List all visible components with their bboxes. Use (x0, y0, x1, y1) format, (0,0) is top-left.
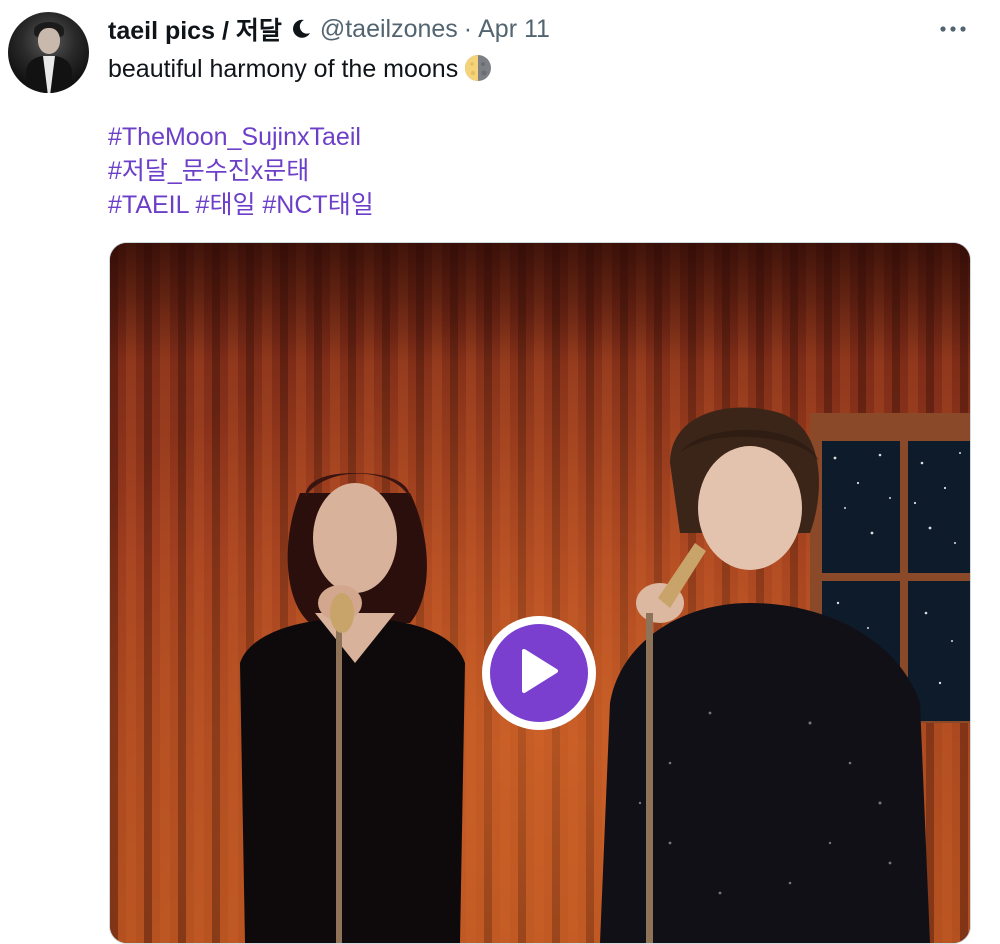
tweet-date[interactable]: Apr 11 (478, 15, 550, 44)
hashtag-link[interactable]: #태일 (196, 191, 256, 219)
video-player[interactable] (109, 242, 971, 944)
tweet-header: taeil pics / 저달 @taeilzones · Apr 11 (108, 12, 550, 46)
hashtag-link[interactable]: #TheMoon_SujinxTaeil (108, 123, 361, 151)
more-button[interactable] (936, 14, 970, 44)
tweet-text-line: beautiful harmony of the moons (108, 52, 968, 86)
crescent-moon-icon (290, 18, 312, 40)
play-button-inner (490, 624, 588, 722)
avatar-face (38, 28, 60, 54)
hashtag-link[interactable]: #TAEIL (108, 191, 189, 219)
separator-dot: · (463, 14, 473, 43)
tweet-body: beautiful harmony of the moons (108, 55, 459, 83)
display-name[interactable]: taeil pics / 저달 (108, 11, 282, 47)
user-handle[interactable]: @taeilzones (320, 15, 458, 44)
half-moon-emoji (464, 54, 492, 82)
tweet-text: beautiful harmony of the moons #TheMoon_… (108, 52, 968, 222)
hashtag-line: #TAEIL #태일 #NCT태일 (108, 188, 968, 222)
more-horizontal-icon (939, 20, 967, 38)
hashtag-link[interactable]: #NCT태일 (262, 191, 373, 219)
hashtag-line: #TheMoon_SujinxTaeil (108, 120, 968, 154)
hashtag-line: #저달_문수진x문태 (108, 154, 968, 188)
play-button[interactable] (482, 616, 596, 730)
tweet: taeil pics / 저달 @taeilzones · Apr 11 bea… (0, 0, 1000, 944)
video-thumbnail (110, 243, 970, 943)
avatar[interactable] (8, 12, 89, 93)
hashtag-link[interactable]: #저달_문수진x문태 (108, 157, 309, 185)
play-icon (518, 647, 560, 700)
